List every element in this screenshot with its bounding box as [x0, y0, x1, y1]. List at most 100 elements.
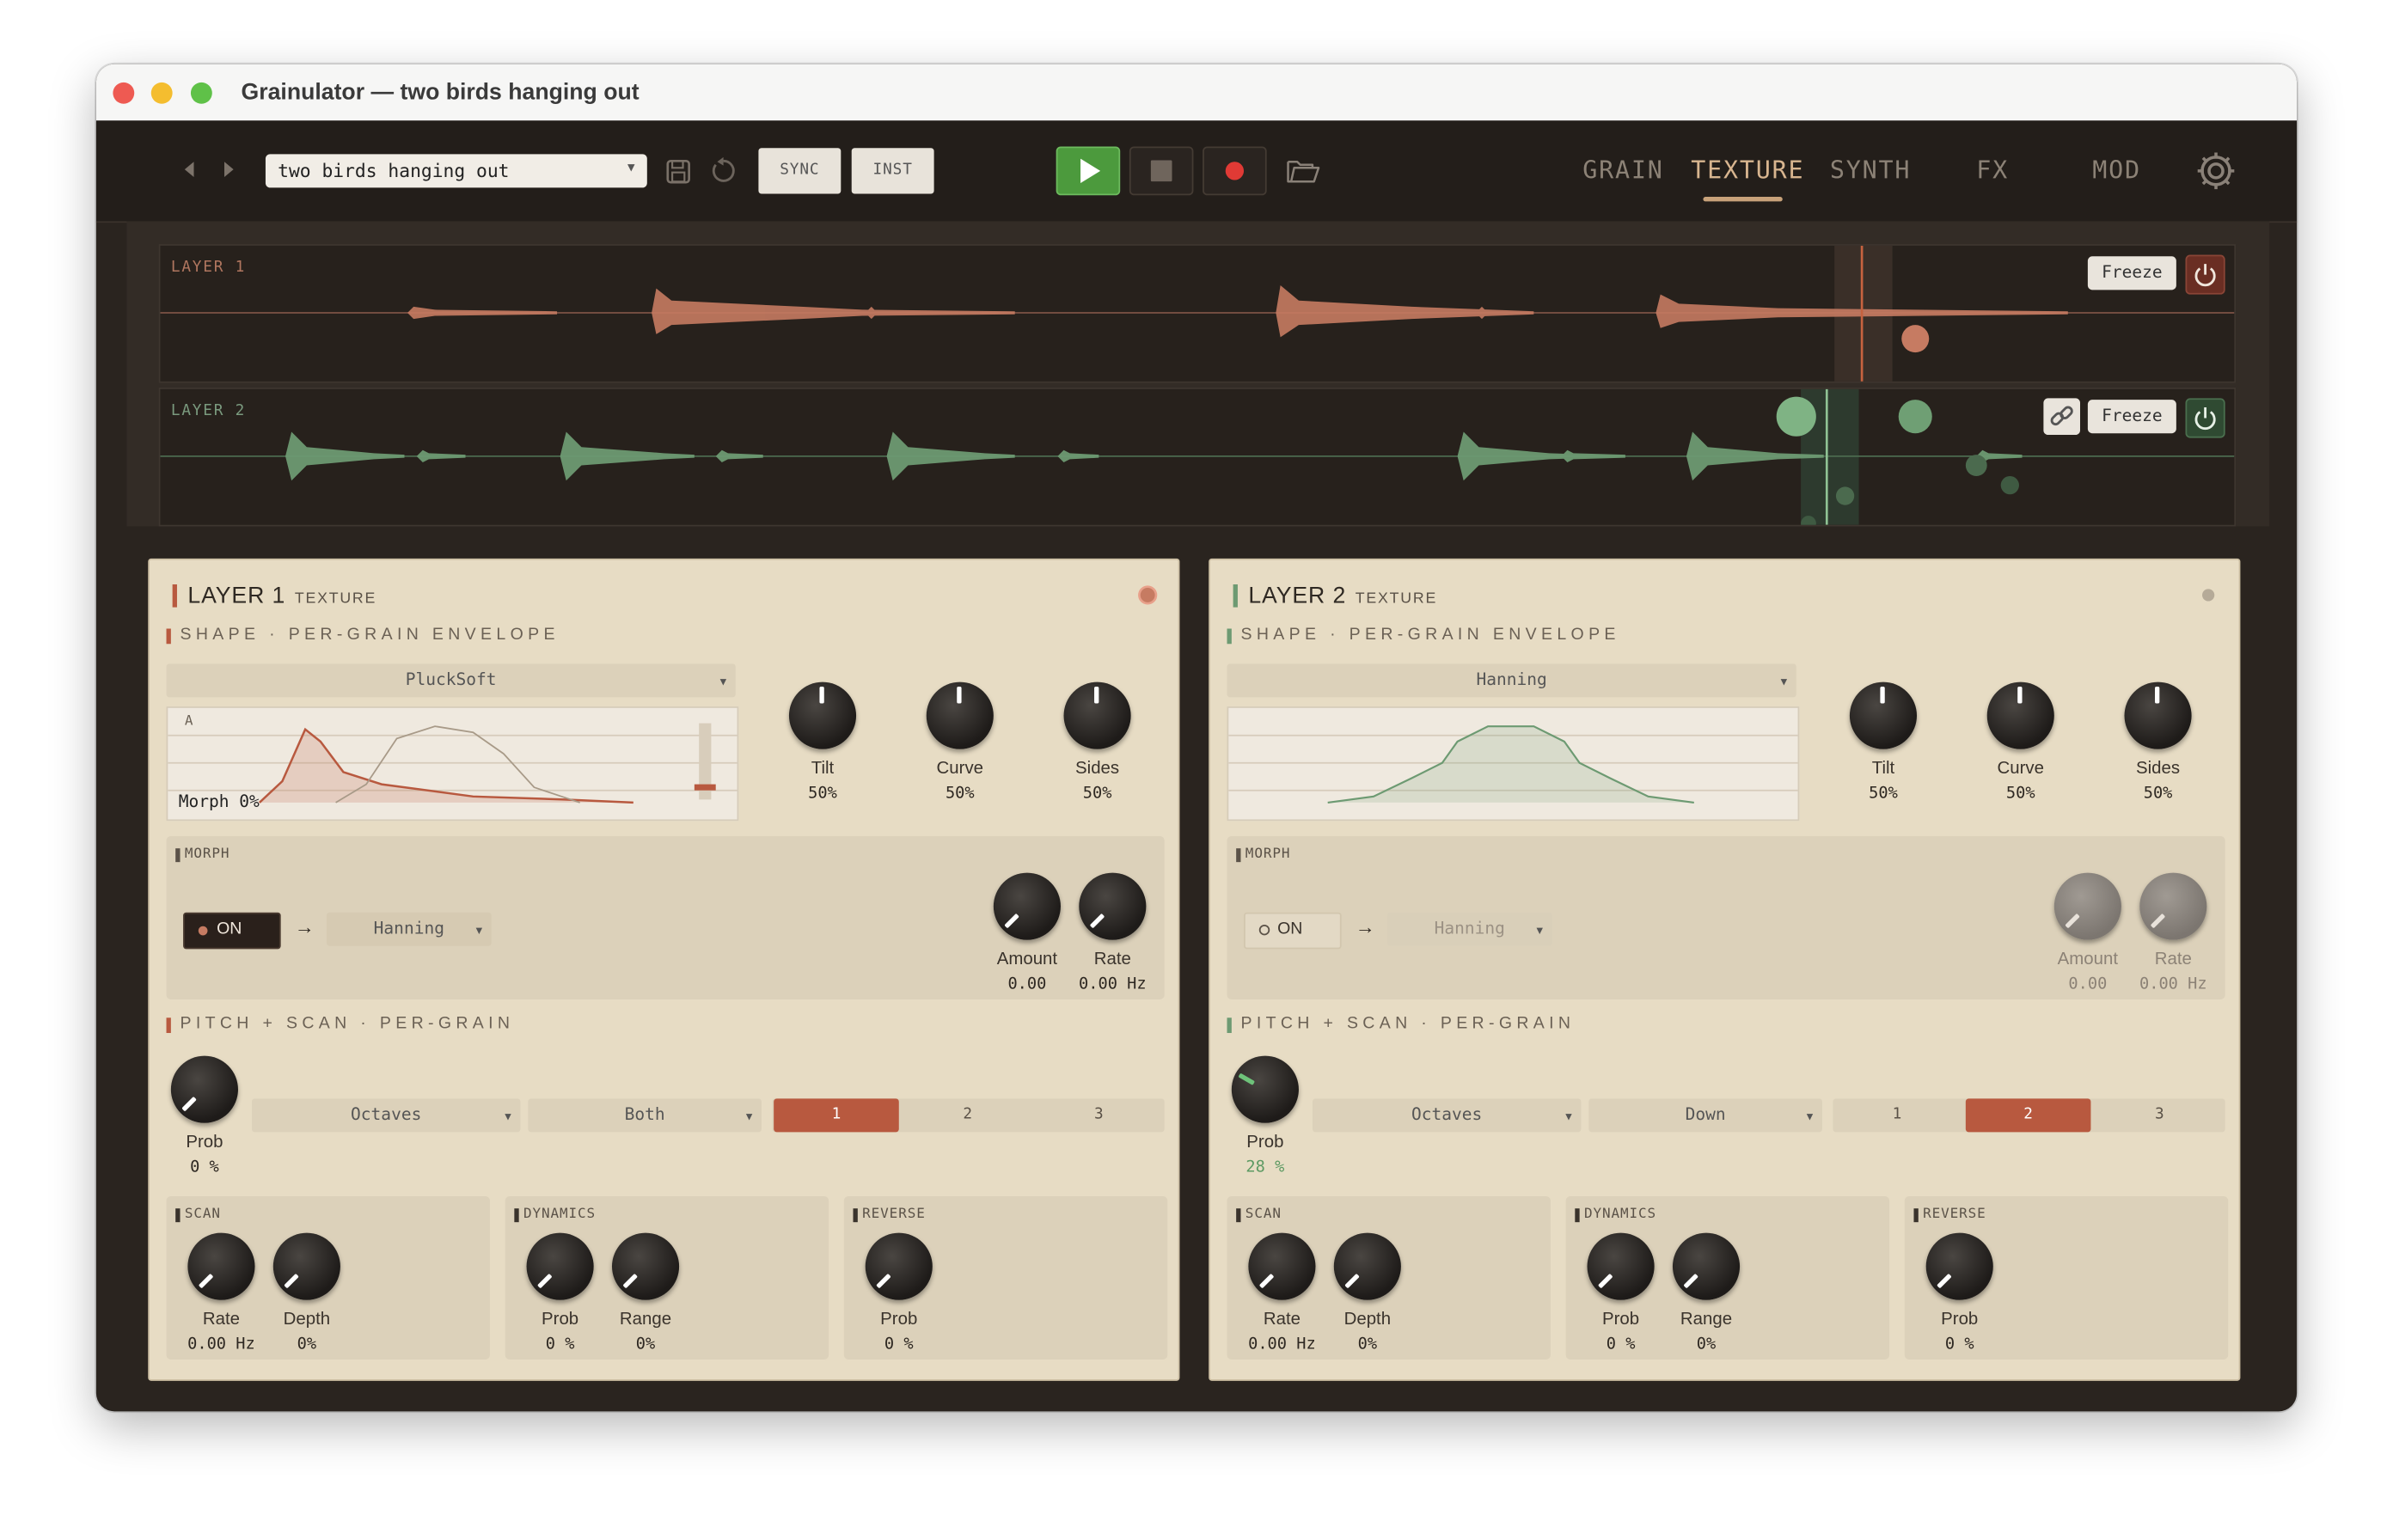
undo-icon[interactable] — [710, 156, 737, 185]
curve-knob[interactable] — [1986, 681, 2054, 749]
dynamics-prob-knob[interactable] — [526, 1232, 594, 1300]
active-tab-indicator — [1703, 197, 1783, 202]
minimize-window-button[interactable] — [150, 82, 173, 104]
envelope-preview — [1227, 706, 1800, 822]
dynamics-prob-knob[interactable] — [1587, 1232, 1655, 1300]
shape-section-header: SHAPE · PER-GRAIN ENVELOPE — [1240, 625, 1620, 645]
segment-1[interactable]: 1 — [774, 1098, 899, 1133]
envelope-letter: A — [184, 713, 193, 730]
zoom-window-button[interactable] — [190, 82, 212, 104]
pitch-direction-select[interactable]: Both ▼ — [528, 1098, 762, 1133]
tilt-knob[interactable] — [788, 681, 857, 749]
pitch-mode-select[interactable]: Octaves ▼ — [251, 1098, 521, 1133]
save-icon[interactable] — [665, 159, 691, 185]
freeze-button-layer-2[interactable]: Freeze — [2087, 400, 2176, 434]
tab-fx[interactable]: FX — [1976, 156, 2009, 185]
envelope-select[interactable]: Hanning ▼ — [1227, 663, 1796, 698]
tilt-value: 50% — [1869, 784, 1898, 803]
arrow-icon: → — [1355, 915, 1375, 938]
curve-knob[interactable] — [926, 681, 994, 749]
morph-on-toggle[interactable]: ON — [1244, 912, 1342, 950]
reverse-prob-label: Prob — [1941, 1311, 1979, 1329]
power-button-layer-2[interactable] — [2185, 398, 2225, 438]
scan-depth-knob[interactable] — [272, 1232, 340, 1300]
section-marker — [514, 1208, 519, 1223]
play-button[interactable] — [1056, 146, 1121, 196]
morph-on-toggle[interactable]: ON — [183, 912, 281, 950]
reverse-section: REVERSE Prob 0 % — [1904, 1195, 2229, 1360]
record-button[interactable] — [1203, 146, 1267, 196]
reverse-prob-knob[interactable] — [865, 1232, 933, 1300]
pitch-prob-knob[interactable] — [170, 1055, 238, 1123]
pitch-direction-value: Down — [1685, 1104, 1726, 1125]
gear-icon[interactable] — [2194, 150, 2237, 192]
pitch-prob-value: 0 % — [190, 1158, 219, 1176]
sides-label: Sides — [2136, 760, 2181, 779]
morph-rate-knob[interactable] — [1079, 872, 1147, 940]
section-marker — [853, 1208, 858, 1223]
dynamics-section: DYNAMICS Prob 0 % Range 0% — [505, 1195, 829, 1360]
morph-rate-label: Rate — [2154, 950, 2192, 969]
morph-amount-knob[interactable] — [2053, 872, 2121, 940]
reverse-prob-knob[interactable] — [1925, 1232, 1993, 1300]
segment-3[interactable]: 3 — [2097, 1098, 2223, 1132]
power-icon — [2194, 407, 2216, 431]
tab-mod[interactable]: MOD — [2092, 156, 2141, 185]
scan-depth-knob[interactable] — [1333, 1232, 1401, 1300]
dynamics-title: DYNAMICS — [523, 1207, 597, 1223]
pitch-direction-select[interactable]: Down ▼ — [1588, 1098, 1822, 1133]
morph-target-select[interactable]: Hanning ▼ — [326, 912, 492, 946]
segment-2[interactable]: 2 — [1965, 1098, 2091, 1133]
waveform-lane-layer-2[interactable]: LAYER 2 Freeze — [158, 387, 2237, 527]
morph-amount-knob[interactable] — [993, 872, 1061, 940]
preset-name: two birds hanging out — [278, 160, 510, 182]
pitch-mode-select[interactable]: Octaves ▼ — [1312, 1098, 1582, 1133]
segment-1[interactable]: 1 — [1834, 1098, 1960, 1132]
sides-knob[interactable] — [2124, 681, 2192, 749]
folder-icon[interactable] — [1287, 157, 1320, 185]
sync-button[interactable]: SYNC — [758, 148, 842, 194]
tilt-knob[interactable] — [1849, 681, 1918, 749]
morph-section: MORPH ON → Hanning ▼ Amount 0.00 Rate 0.… — [166, 835, 1165, 999]
link-button[interactable] — [2043, 398, 2081, 436]
preset-select[interactable]: two birds hanging out ▼ — [265, 154, 647, 188]
layer-status-indicator[interactable] — [2200, 588, 2216, 603]
pitch-section-header: PITCH + SCAN · PER-GRAIN — [1240, 1014, 1576, 1034]
morph-target-value: Hanning — [1434, 918, 1505, 938]
power-button-layer-1[interactable] — [2185, 254, 2225, 295]
pitch-prob-knob[interactable] — [1231, 1055, 1299, 1123]
segment-2[interactable]: 2 — [905, 1098, 1031, 1132]
layer-tag: TEXTURE — [294, 590, 377, 608]
chevron-right-icon[interactable] — [221, 160, 236, 178]
play-icon — [1080, 158, 1101, 184]
reverse-prob-label: Prob — [880, 1311, 918, 1329]
freeze-button-layer-1[interactable]: Freeze — [2087, 256, 2176, 290]
sides-knob[interactable] — [1063, 681, 1131, 749]
dynamics-range-knob[interactable] — [611, 1232, 680, 1300]
waveform-lane-layer-1[interactable]: LAYER 1 Freeze — [158, 244, 2237, 383]
envelope-select[interactable]: PluckSoft ▼ — [166, 663, 736, 698]
morph-target-select[interactable]: Hanning ▼ — [1386, 912, 1552, 946]
morph-rate-value: 0.00 Hz — [2139, 975, 2207, 993]
tab-synth[interactable]: SYNTH — [1830, 156, 1911, 185]
accent-bar — [1233, 584, 1238, 608]
curve-label: Curve — [1997, 760, 2045, 779]
sides-value: 50% — [1082, 784, 1112, 803]
reverse-title: REVERSE — [1923, 1207, 1986, 1223]
scan-section: SCAN Rate 0.00 Hz Depth 0% — [1227, 1195, 1551, 1360]
scan-rate-knob[interactable] — [1248, 1232, 1316, 1300]
stop-button[interactable] — [1129, 146, 1194, 196]
tab-grain[interactable]: GRAIN — [1582, 156, 1663, 185]
morph-rate-knob[interactable] — [2139, 872, 2207, 940]
pitch-prob-label: Prob — [1246, 1134, 1284, 1152]
segment-3[interactable]: 3 — [1037, 1098, 1162, 1132]
tab-texture[interactable]: TEXTURE — [1691, 156, 1804, 185]
close-window-button[interactable] — [113, 82, 135, 104]
layer-status-indicator[interactable] — [1137, 584, 1159, 606]
dynamics-range-knob[interactable] — [1672, 1232, 1741, 1300]
pitch-prob-label: Prob — [186, 1134, 223, 1152]
inst-button[interactable]: INST — [851, 148, 934, 194]
chevron-left-icon[interactable] — [181, 160, 197, 178]
chevron-down-icon: ▼ — [1565, 1110, 1572, 1123]
scan-rate-knob[interactable] — [187, 1232, 255, 1300]
